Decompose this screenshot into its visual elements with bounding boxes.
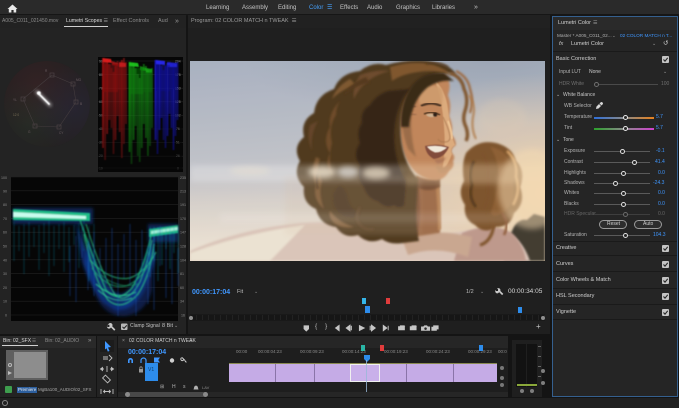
svg-text:70: 70 — [3, 217, 7, 221]
svg-text:104: 104 — [180, 258, 186, 262]
svg-text:50: 50 — [3, 245, 7, 249]
svg-text:128: 128 — [180, 245, 186, 249]
svg-text:10: 10 — [3, 300, 7, 304]
svg-text:81: 81 — [180, 272, 184, 276]
svg-text:16: 16 — [181, 314, 185, 318]
svg-text:80: 80 — [3, 203, 7, 207]
svg-text:12 0: 12 0 — [13, 113, 19, 117]
svg-text:20: 20 — [3, 286, 7, 290]
svg-text:40: 40 — [3, 258, 7, 262]
svg-text:90: 90 — [3, 189, 7, 193]
svg-text:100: 100 — [1, 176, 7, 180]
svg-text:B: B — [80, 102, 82, 106]
svg-text:60: 60 — [3, 231, 7, 235]
svg-text:60: 60 — [180, 286, 184, 290]
svg-text:191: 191 — [180, 203, 186, 207]
svg-text:30: 30 — [3, 272, 7, 276]
svg-text:235: 235 — [180, 176, 186, 180]
svg-text:YL: YL — [13, 98, 17, 102]
svg-text:34: 34 — [180, 300, 184, 304]
svg-text:MG: MG — [76, 78, 82, 82]
svg-text:213: 213 — [180, 189, 186, 193]
svg-text:0: 0 — [5, 314, 7, 318]
svg-text:170: 170 — [180, 217, 186, 221]
svg-text:147: 147 — [180, 231, 186, 235]
